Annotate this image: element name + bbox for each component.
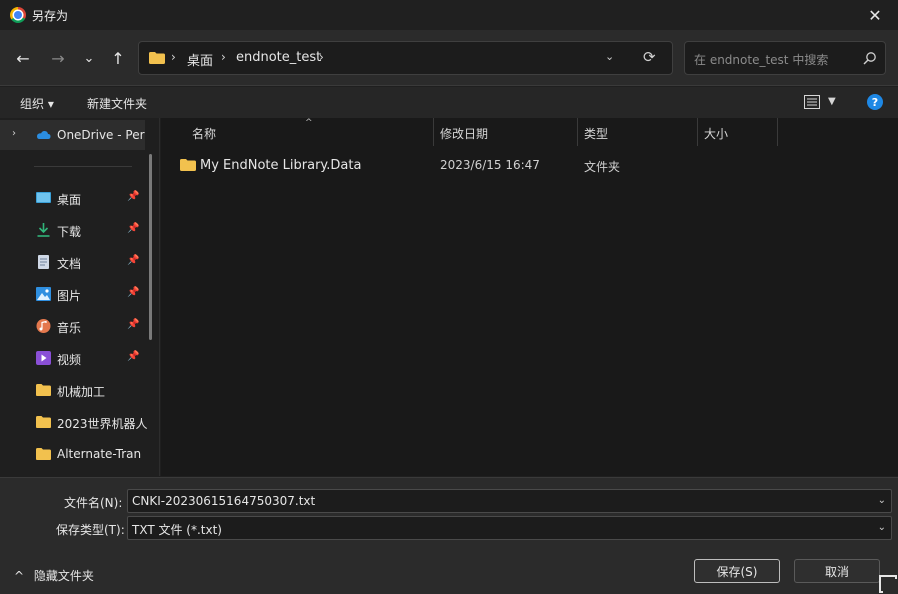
view-dropdown-icon[interactable]: ▼: [828, 96, 836, 107]
pin-icon: 📌: [127, 223, 140, 234]
sidebar-item-music[interactable]: 音乐 📌: [0, 311, 145, 341]
breadcrumb-separator: ›: [171, 50, 176, 64]
chevron-down-icon[interactable]: ⌄: [605, 50, 614, 63]
filename-value: CNKI-20230615164750307.txt: [132, 494, 316, 508]
column-header-modified[interactable]: 修改日期: [440, 125, 488, 142]
window-title: 另存为: [32, 9, 69, 23]
organize-button[interactable]: 组织 ▾: [20, 95, 54, 112]
sidebar-item-folder[interactable]: Alternate-Tran: [0, 439, 145, 469]
close-button[interactable]: ✕: [852, 0, 898, 30]
pin-icon: 📌: [127, 191, 140, 202]
new-folder-button[interactable]: 新建文件夹: [87, 95, 147, 112]
cancel-button[interactable]: 取消: [794, 559, 880, 583]
folder-icon: [180, 159, 196, 171]
divider: [34, 166, 132, 167]
sidebar-item-pictures[interactable]: 图片 📌: [0, 279, 145, 309]
title-bar: 另存为 ✕: [0, 0, 898, 30]
sidebar-item-label: 机械加工: [57, 385, 106, 399]
search-icon[interactable]: [863, 51, 877, 65]
breadcrumb-desktop[interactable]: 桌面: [187, 50, 213, 69]
hide-folders-toggle[interactable]: ^ 隐藏文件夹: [14, 567, 94, 584]
column-header-type[interactable]: 类型: [584, 125, 608, 142]
sidebar-item-desktop[interactable]: 桌面 📌: [0, 183, 145, 213]
search-input[interactable]: 在 endnote_test 中搜索: [684, 41, 886, 75]
column-divider[interactable]: [577, 118, 578, 146]
chevron-down-icon[interactable]: ⌄: [878, 495, 886, 506]
filetype-select[interactable]: TXT 文件 (*.txt) ⌄: [127, 516, 892, 540]
music-icon: [36, 319, 51, 333]
sidebar-item-label: 文档: [57, 257, 82, 271]
navigation-bar: ← → ⌄ ↑ › 桌面 › endnote_test › ⌄ ⟳ 在 endn…: [0, 30, 898, 86]
forward-button[interactable]: →: [47, 47, 69, 69]
sidebar-item-videos[interactable]: 视频 📌: [0, 343, 145, 373]
pin-icon: 📌: [127, 255, 140, 266]
chevron-up-icon: ^: [14, 569, 25, 583]
chevron-right-icon[interactable]: ›: [12, 128, 16, 139]
breadcrumb-endnote-test[interactable]: endnote_test: [236, 50, 321, 65]
sidebar-item-downloads[interactable]: 下载 📌: [0, 215, 145, 245]
file-name: My EndNote Library.Data: [200, 158, 362, 173]
sidebar-item-label: OneDrive - Per: [57, 128, 145, 142]
back-button[interactable]: ←: [12, 47, 34, 69]
sidebar-item-folder[interactable]: 2023世界机器人: [0, 407, 148, 437]
resize-grip-icon[interactable]: [878, 574, 898, 594]
save-button[interactable]: 保存(S): [694, 559, 780, 583]
help-icon[interactable]: ?: [867, 94, 883, 110]
sidebar-item-label: 图片: [57, 289, 82, 303]
up-button[interactable]: ↑: [107, 47, 129, 69]
refresh-icon[interactable]: ⟳: [643, 48, 656, 66]
file-type: 文件夹: [584, 160, 621, 174]
sidebar-item-label: 2023世界机器人: [57, 417, 148, 431]
pin-icon: 📌: [127, 287, 140, 298]
sidebar-item-folder[interactable]: 机械加工: [0, 375, 145, 405]
list-item[interactable]: My EndNote Library.Data 2023/6/15 16:47 …: [177, 155, 877, 177]
column-header-name[interactable]: 名称: [192, 125, 216, 142]
command-bar: 组织 ▾ 新建文件夹 ▼: [0, 87, 898, 118]
folder-icon: [36, 384, 51, 396]
column-divider[interactable]: [433, 118, 434, 146]
chrome-icon: [10, 7, 26, 23]
sidebar-item-label: 下载: [57, 225, 82, 239]
file-list: ^ 名称 修改日期 类型 大小 My EndNote Library.Data …: [161, 118, 898, 476]
breadcrumb-separator: ›: [319, 50, 324, 64]
filetype-value: TXT 文件 (*.txt): [132, 523, 222, 537]
sidebar-item-label: 音乐: [57, 321, 82, 335]
file-modified-date: 2023/6/15 16:47: [440, 158, 540, 172]
cloud-icon: [37, 131, 51, 139]
recent-locations-button[interactable]: ⌄: [78, 47, 100, 69]
folder-icon: [149, 52, 165, 64]
sidebar-item-label: Alternate-Tran: [57, 447, 142, 461]
pin-icon: 📌: [127, 351, 140, 362]
search-placeholder: 在 endnote_test 中搜索: [694, 53, 829, 67]
folder-icon: [36, 448, 51, 460]
navigation-pane: › OneDrive - Per 桌面 📌 下载 📌 文档 📌 图片 📌 音乐 …: [0, 118, 160, 476]
video-icon: [36, 351, 51, 365]
download-icon: [37, 223, 50, 237]
folder-icon: [36, 416, 51, 428]
view-options-icon[interactable]: [804, 95, 820, 109]
sidebar-item-label: 视频: [57, 353, 82, 367]
filename-field[interactable]: CNKI-20230615164750307.txt ⌄: [127, 489, 892, 513]
filetype-label: 保存类型(T):: [56, 523, 125, 537]
desktop-icon: [36, 192, 51, 203]
sidebar-item-onedrive[interactable]: › OneDrive - Per: [0, 120, 145, 150]
save-options-pane: 文件名(N): CNKI-20230615164750307.txt ⌄ 保存类…: [0, 477, 898, 594]
pictures-icon: [36, 287, 51, 301]
document-icon: [38, 255, 49, 269]
sidebar-item-documents[interactable]: 文档 📌: [0, 247, 145, 277]
sidebar-scrollbar[interactable]: [149, 154, 152, 340]
filename-label: 文件名(N):: [64, 496, 123, 510]
column-header-size[interactable]: 大小: [704, 125, 728, 142]
hide-folders-label: 隐藏文件夹: [33, 569, 94, 583]
sidebar-item-label: 桌面: [57, 193, 82, 207]
column-divider[interactable]: [777, 118, 778, 146]
sort-ascending-icon: ^: [305, 118, 313, 128]
pin-icon: 📌: [127, 319, 140, 330]
address-bar[interactable]: › 桌面 › endnote_test › ⌄ ⟳: [138, 41, 673, 75]
breadcrumb-separator: ›: [221, 50, 226, 64]
chevron-down-icon[interactable]: ⌄: [878, 522, 886, 533]
column-divider[interactable]: [697, 118, 698, 146]
